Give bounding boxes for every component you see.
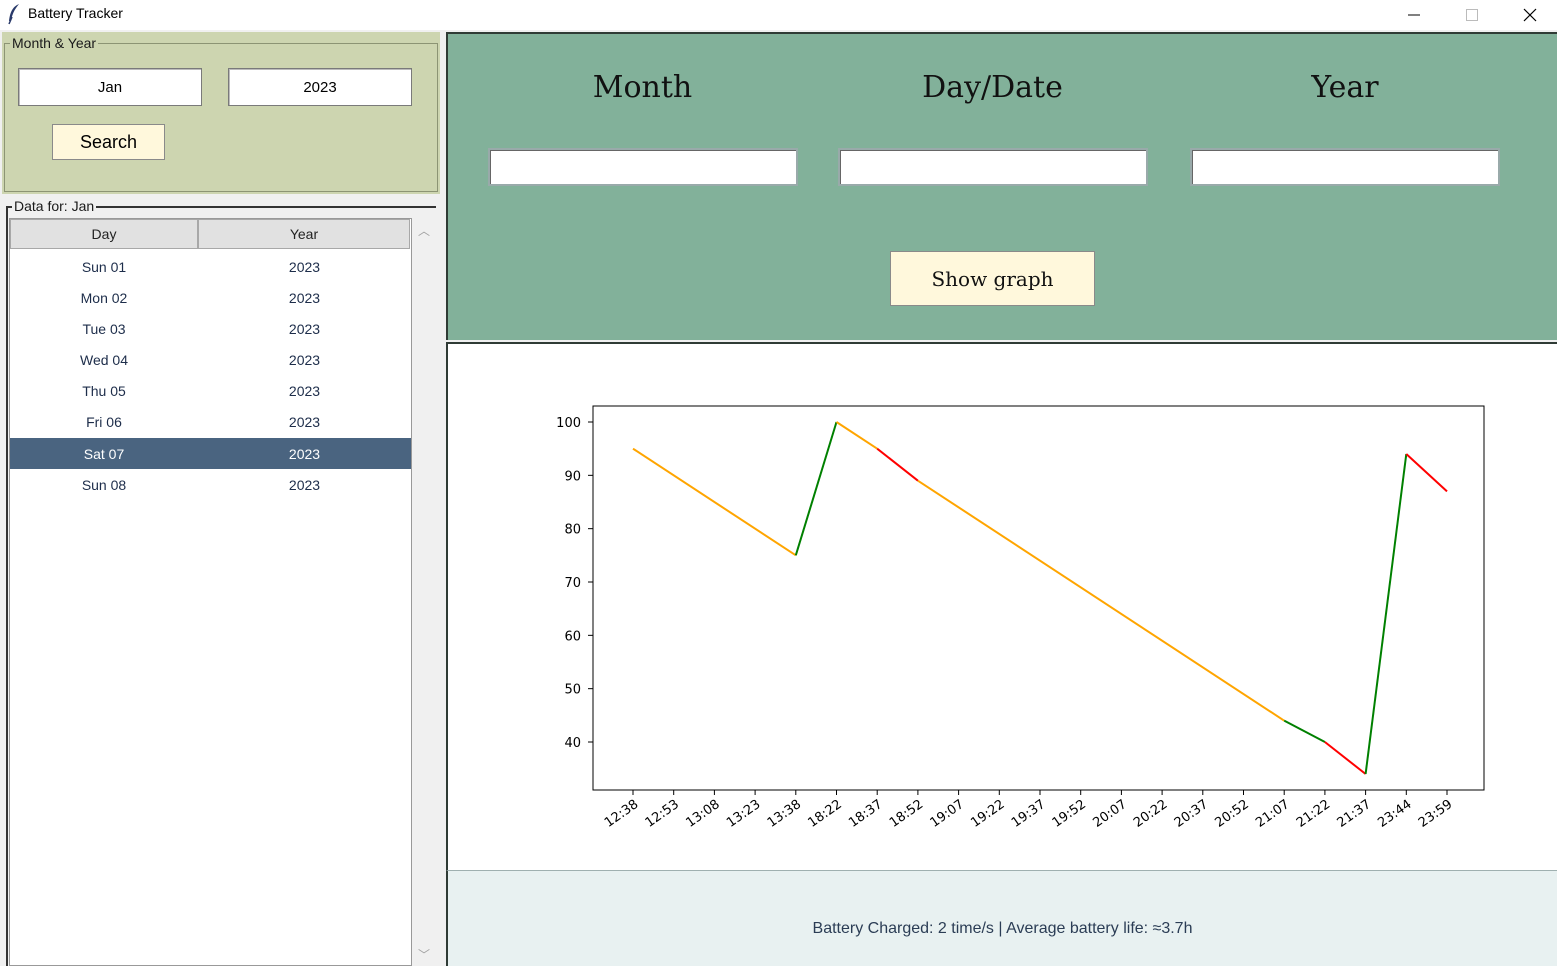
month-field[interactable] xyxy=(488,148,798,186)
show-graph-button[interactable]: Show graph xyxy=(890,251,1095,306)
column-header-day[interactable]: Day xyxy=(10,219,198,249)
y-tick-label: 40 xyxy=(564,736,581,751)
y-tick-label: 90 xyxy=(564,469,581,484)
x-tick-label: 20:22 xyxy=(1131,797,1170,831)
window-title: Battery Tracker xyxy=(28,5,123,21)
row-year: 2023 xyxy=(288,476,321,493)
battery-line-chart: 40 50 60 70 80 90 100 12:38 12:53 13:08 13:23 13:38… xyxy=(556,405,1485,831)
row-day: Sun 01 xyxy=(81,258,127,275)
table-row[interactable]: Thu 05 2023 xyxy=(10,375,411,406)
row-year: 2023 xyxy=(288,258,321,275)
status-bar xyxy=(446,870,1557,966)
plot-frame xyxy=(592,405,1485,791)
row-year: 2023 xyxy=(288,445,321,462)
x-tick-label: 19:07 xyxy=(928,797,967,831)
row-day: Sat 07 xyxy=(83,445,125,462)
x-tick-label: 18:52 xyxy=(887,797,926,831)
close-button[interactable] xyxy=(1501,0,1557,30)
x-tick-label: 12:38 xyxy=(602,797,641,831)
x-tick-label: 18:37 xyxy=(846,797,885,831)
row-day: Tue 03 xyxy=(82,320,126,337)
table-row[interactable]: Sun 08 2023 xyxy=(10,469,411,500)
title-bar xyxy=(0,0,1557,30)
x-tick-label: 19:52 xyxy=(1050,797,1089,831)
minimize-button[interactable] xyxy=(1385,0,1443,30)
line-segment xyxy=(1364,453,1408,775)
day-date-label: Day/Date xyxy=(922,70,1063,105)
close-icon xyxy=(1523,8,1537,22)
x-tick-label: 21:22 xyxy=(1294,797,1333,831)
x-tick-label: 18:22 xyxy=(805,797,844,831)
table-row-selected[interactable]: Sat 07 2023 xyxy=(10,438,411,469)
x-tick-label: 20:52 xyxy=(1212,797,1251,831)
x-tick-label: 21:07 xyxy=(1253,797,1292,831)
row-day: Sun 08 xyxy=(81,476,127,493)
y-tick-label: 80 xyxy=(564,523,581,538)
data-frame-border-side xyxy=(6,206,8,966)
x-tick-label: 12:53 xyxy=(643,797,682,831)
minimize-icon xyxy=(1408,14,1420,16)
table-row[interactable]: Sun 01 2023 xyxy=(10,251,411,282)
table-row[interactable]: Tue 03 2023 xyxy=(10,313,411,344)
y-tick-label: 60 xyxy=(564,629,581,644)
row-year: 2023 xyxy=(288,320,321,337)
row-year: 2023 xyxy=(288,413,321,430)
year-field[interactable] xyxy=(1190,148,1500,186)
row-year: 2023 xyxy=(288,382,321,399)
table-row[interactable]: Wed 04 2023 xyxy=(10,344,411,375)
line-segment xyxy=(794,421,838,556)
month-year-frame-border xyxy=(4,43,438,192)
y-tick-label: 100 xyxy=(556,416,581,431)
row-day: Wed 04 xyxy=(80,351,128,368)
data-frame-legend: Data for: Jan xyxy=(12,198,97,214)
x-tick-label: 19:22 xyxy=(968,797,1007,831)
line-segment xyxy=(1283,719,1326,743)
day-date-field[interactable] xyxy=(838,148,1148,186)
scroll-down-icon[interactable]: ﹀ xyxy=(416,946,432,962)
line-segment xyxy=(876,447,919,482)
row-year: 2023 xyxy=(288,351,321,368)
table-row[interactable]: Fri 06 2023 xyxy=(10,406,411,437)
line-segment xyxy=(1324,741,1367,775)
maximize-button[interactable] xyxy=(1443,0,1501,30)
search-button[interactable]: Search xyxy=(52,124,165,160)
month-input[interactable]: Jan xyxy=(18,68,202,106)
scroll-up-icon[interactable]: ︿ xyxy=(416,222,432,238)
row-day: Mon 02 xyxy=(80,289,128,306)
row-day: Thu 05 xyxy=(82,382,126,399)
x-tick-label: 21:37 xyxy=(1335,797,1374,831)
x-tick-label: 13:08 xyxy=(683,797,722,831)
month-year-legend: Month & Year xyxy=(10,35,99,51)
x-tick-label: 19:37 xyxy=(1009,797,1048,831)
feather-icon xyxy=(6,3,22,25)
x-tick-label: 23:44 xyxy=(1375,797,1414,831)
x-tick-label: 13:38 xyxy=(765,797,804,831)
row-day: Fri 06 xyxy=(86,413,122,430)
line-segment xyxy=(632,447,797,557)
month-label: Month xyxy=(592,70,693,105)
status-text: Battery Charged: 2 time/s | Average batt… xyxy=(812,920,1193,937)
table-scrollbar[interactable] xyxy=(412,218,436,966)
column-header-year[interactable]: Year xyxy=(198,219,410,249)
year-label: Year xyxy=(1311,70,1379,105)
x-tick-label: 20:37 xyxy=(1172,797,1211,831)
row-year: 2023 xyxy=(288,289,321,306)
line-segment xyxy=(1405,453,1448,493)
x-tick-label: 20:07 xyxy=(1090,797,1129,831)
y-tick-label: 70 xyxy=(564,576,581,591)
maximize-icon xyxy=(1466,9,1478,21)
line-segment xyxy=(835,421,878,450)
year-input[interactable]: 2023 xyxy=(228,68,412,106)
x-tick-label: 23:59 xyxy=(1416,797,1455,831)
table-row[interactable]: Mon 02 2023 xyxy=(10,282,411,313)
y-tick-label: 50 xyxy=(564,683,581,698)
line-segment xyxy=(917,479,1285,722)
x-tick-label: 13:23 xyxy=(724,797,763,831)
